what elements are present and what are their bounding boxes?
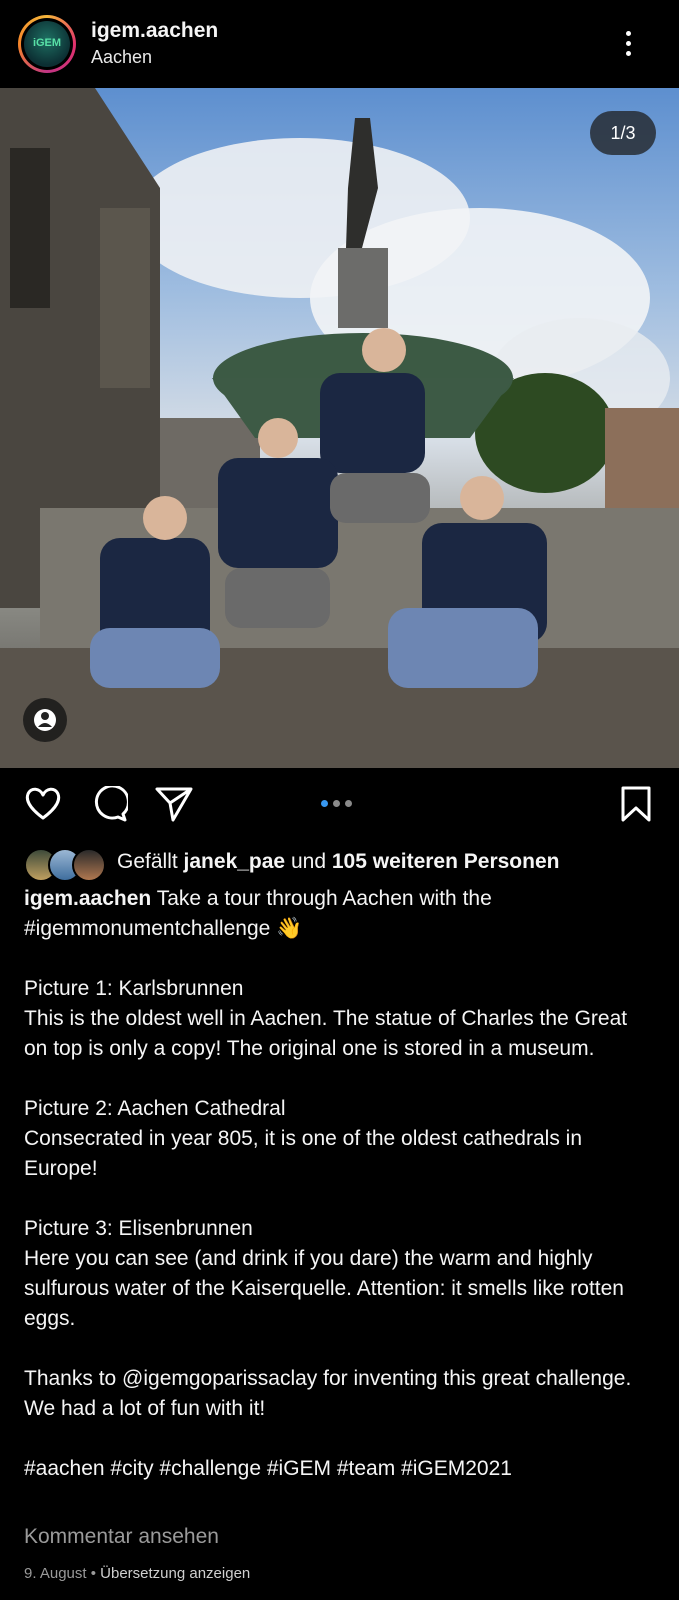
carousel-dot <box>345 800 352 807</box>
image-counter: 1/3 <box>590 111 656 155</box>
picture2-body: Consecrated in year 805, it is one of th… <box>24 1127 582 1180</box>
location-link[interactable]: Aachen <box>91 47 152 68</box>
post-date: 9. August <box>24 1565 87 1582</box>
person-tag-icon[interactable] <box>23 698 67 742</box>
liker-username[interactable]: janek_pae <box>184 850 286 873</box>
post-caption: igem.aachen Take a tour through Aachen w… <box>24 884 654 1484</box>
hashtags[interactable]: #aachen #city #challenge #iGEM #team #iG… <box>24 1454 654 1484</box>
picture3-title: Picture 3: Elisenbrunnen <box>24 1217 253 1240</box>
photo-illustration <box>0 88 679 768</box>
post-date-line: 9. August • Übersetzung anzeigen <box>24 1565 251 1582</box>
translate-link[interactable]: Übersetzung anzeigen <box>100 1565 250 1582</box>
carousel-dot-active <box>321 800 328 807</box>
view-comments-link[interactable]: Kommentar ansehen <box>24 1525 219 1549</box>
post-photo[interactable] <box>0 88 679 768</box>
picture1-title: Picture 1: Karlsbrunnen <box>24 977 244 1000</box>
thanks-text: Thanks to @igemgoparissaclay for inventi… <box>24 1367 632 1420</box>
likes-row[interactable]: Gefällt janek_pae und 105 weiteren Perso… <box>24 846 664 882</box>
caption-hashtag-line[interactable]: #igemmonumentchallenge 👋 <box>24 914 654 944</box>
bookmark-icon[interactable] <box>620 786 652 822</box>
caption-username[interactable]: igem.aachen <box>24 887 151 910</box>
picture3-body: Here you can see (and drink if you dare)… <box>24 1247 624 1330</box>
comment-bubble-icon[interactable] <box>90 786 128 822</box>
username[interactable]: igem.aachen <box>91 19 218 43</box>
picture1-body: This is the oldest well in Aachen. The s… <box>24 1007 628 1060</box>
carousel-dot <box>333 800 340 807</box>
likes-text: Gefällt janek_pae und 105 weiteren Perso… <box>117 850 560 873</box>
send-icon[interactable] <box>155 786 193 822</box>
avatar[interactable]: iGEM <box>18 15 76 73</box>
more-vertical-icon[interactable] <box>622 28 636 60</box>
igem-logo: iGEM <box>24 21 70 67</box>
heart-icon[interactable] <box>24 786 62 820</box>
likes-count[interactable]: 105 weiteren Personen <box>332 850 560 873</box>
liker-avatar <box>72 848 106 882</box>
picture2-title: Picture 2: Aachen Cathedral <box>24 1097 286 1120</box>
post-header: iGEM igem.aachen Aachen <box>0 0 679 88</box>
